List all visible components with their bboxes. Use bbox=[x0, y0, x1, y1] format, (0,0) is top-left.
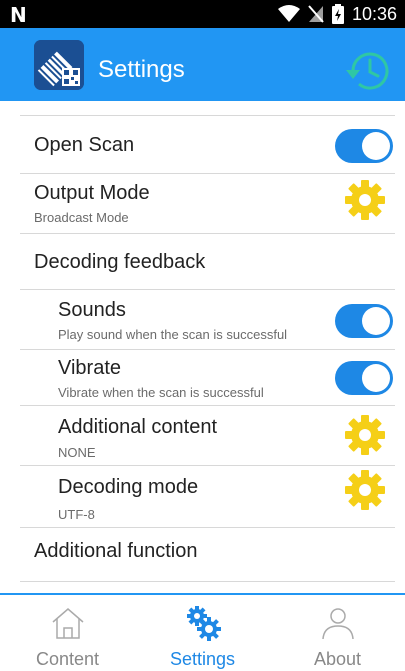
sounds-description: Play sound when the scan is successful bbox=[58, 327, 288, 342]
history-icon bbox=[346, 52, 389, 90]
toggle-knob bbox=[362, 132, 390, 160]
divider bbox=[20, 527, 395, 528]
gear-icon[interactable] bbox=[343, 178, 387, 222]
gear-icon[interactable] bbox=[343, 413, 387, 457]
additional-content-value: NONE bbox=[58, 445, 96, 460]
nav-label-content: Content bbox=[35, 649, 100, 669]
status-bar: N 10:36 bbox=[0, 0, 405, 28]
decoding-mode-value: UTF-8 bbox=[58, 507, 95, 522]
person-icon bbox=[321, 608, 354, 640]
toggle-knob bbox=[362, 364, 390, 392]
decoding-feedback-header: Decoding feedback bbox=[34, 251, 206, 273]
battery-icon bbox=[331, 4, 344, 24]
divider bbox=[20, 233, 395, 234]
bottom-nav: Content Settings About bbox=[0, 593, 405, 671]
additional-content-label: Additional content bbox=[58, 416, 218, 438]
n-notification-icon: N bbox=[10, 3, 27, 27]
status-time: 10:36 bbox=[351, 3, 397, 24]
divider bbox=[20, 289, 395, 290]
additional-function-header: Additional function bbox=[34, 540, 198, 562]
output-mode-label: Output Mode bbox=[34, 182, 150, 204]
divider bbox=[20, 115, 395, 116]
vibrate-description: Vibrate when the scan is successful bbox=[58, 385, 264, 400]
gear-icon[interactable] bbox=[343, 468, 387, 512]
vibrate-label: Vibrate bbox=[58, 357, 122, 379]
divider bbox=[20, 173, 395, 174]
nav-label-about: About bbox=[313, 649, 362, 669]
vibrate-toggle[interactable] bbox=[335, 361, 393, 395]
nav-label-settings: Settings bbox=[169, 649, 236, 669]
divider bbox=[20, 349, 395, 350]
status-icons: 10:36 bbox=[277, 0, 397, 28]
output-mode-value: Broadcast Mode bbox=[34, 210, 129, 225]
gears-icon bbox=[186, 606, 221, 641]
nav-item-content[interactable]: Content bbox=[0, 595, 135, 671]
open-scan-toggle[interactable] bbox=[335, 129, 393, 163]
divider bbox=[20, 581, 395, 582]
nav-item-about[interactable]: About bbox=[270, 595, 405, 671]
sounds-toggle[interactable] bbox=[335, 304, 393, 338]
toggle-knob bbox=[362, 307, 390, 335]
divider bbox=[20, 405, 395, 406]
app-bar: Settings bbox=[0, 28, 405, 101]
open-scan-label: Open Scan bbox=[34, 134, 135, 156]
no-sim-icon bbox=[308, 5, 324, 23]
sounds-label: Sounds bbox=[58, 299, 126, 321]
divider bbox=[20, 465, 395, 466]
nav-item-settings[interactable]: Settings bbox=[135, 595, 270, 671]
decoding-mode-label: Decoding mode bbox=[58, 476, 199, 498]
page-title: Settings bbox=[98, 56, 185, 83]
wifi-icon bbox=[277, 5, 300, 22]
history-button[interactable] bbox=[343, 46, 393, 96]
barcode-logo-icon bbox=[34, 40, 84, 90]
home-icon bbox=[52, 608, 83, 639]
